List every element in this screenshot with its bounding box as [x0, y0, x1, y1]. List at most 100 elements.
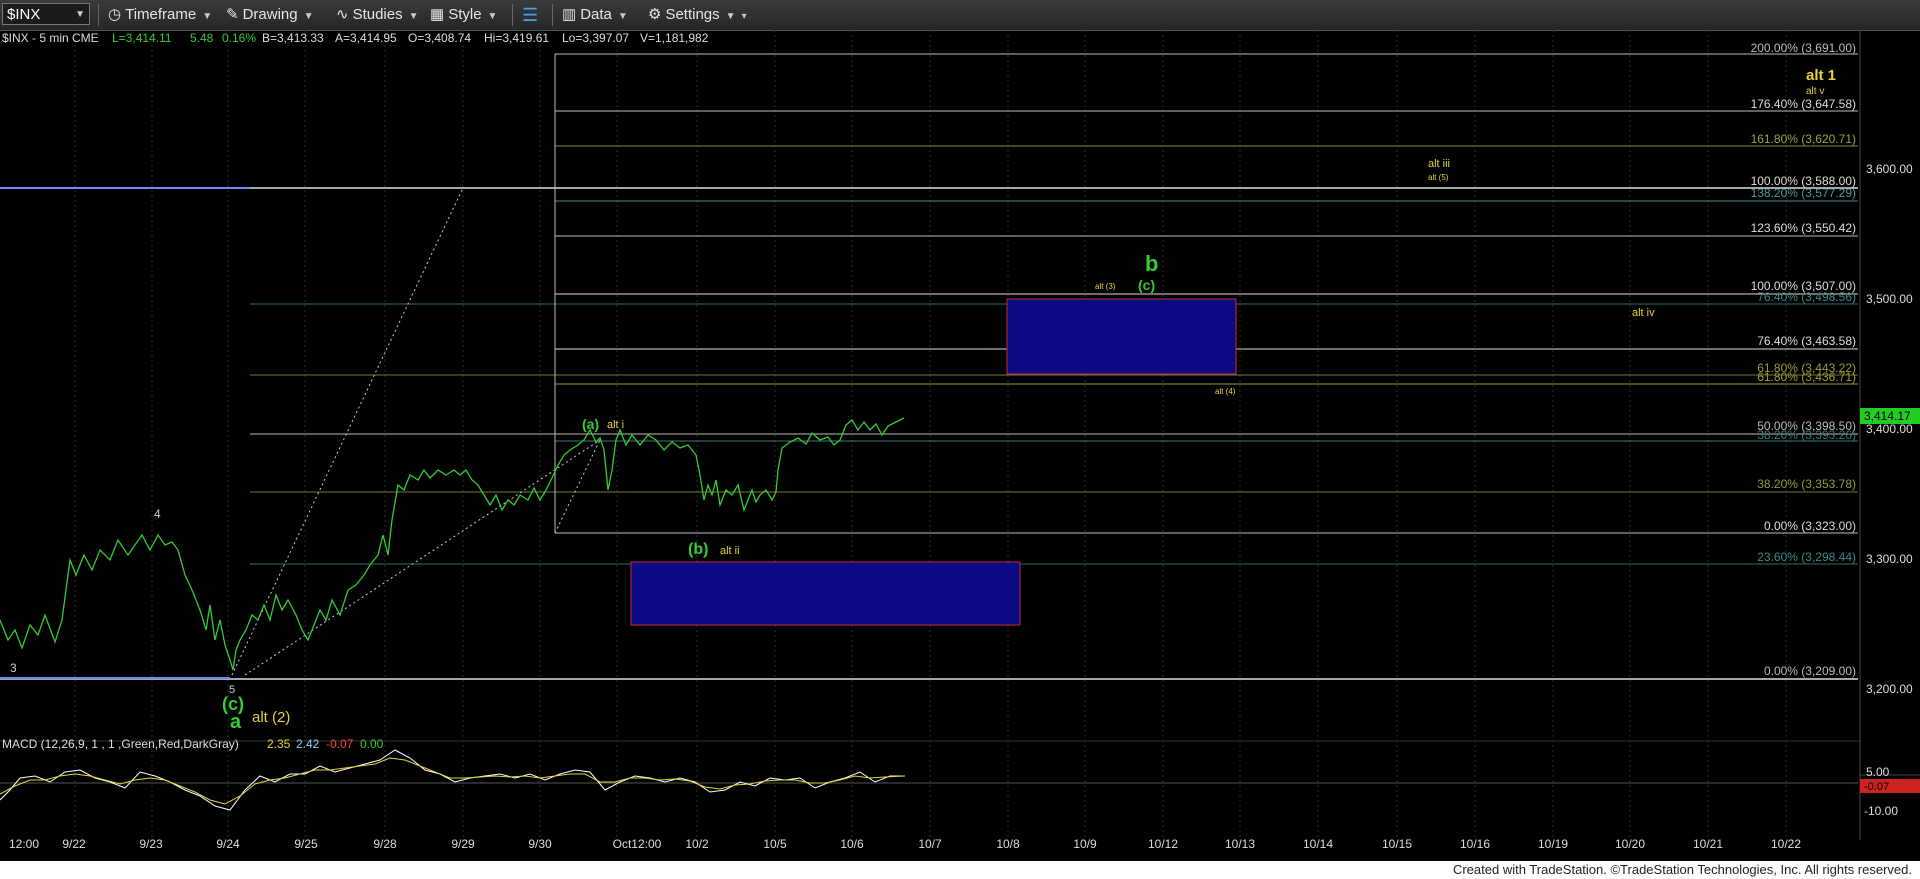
footer-credit: Created with TradeStation. ©TradeStation… — [1448, 862, 1916, 878]
fib-label: 38.20% (3,353.78) — [1757, 477, 1856, 491]
data-icon: ▥ — [562, 6, 577, 24]
pencil-icon: ✎ — [226, 6, 239, 24]
settings-label: Settings — [665, 6, 720, 23]
fib-label: 23.60% (3,298.44) — [1757, 550, 1856, 564]
fib-label: 138.20% (3,577.29) — [1751, 186, 1856, 200]
studies-button[interactable]: ∿ Studies ▼ — [336, 5, 419, 25]
studies-icon: ∿ — [336, 6, 349, 24]
date-tick: 9/22 — [62, 837, 86, 851]
date-tick: 10/5 — [763, 837, 787, 851]
wave-label: (a) — [582, 416, 599, 432]
fib-label: 176.40% (3,647.58) — [1751, 97, 1856, 111]
header-last: L=3,414.11 — [112, 31, 172, 45]
price-line[interactable] — [0, 417, 905, 671]
timeframe-label: Timeframe — [125, 6, 197, 23]
macd-value-label: -0.07 — [1864, 781, 1889, 793]
header-title: $INX - 5 min CME — [2, 31, 99, 45]
header-ask: A=3,414.95 — [335, 31, 397, 45]
fib-label: 76.40% (3,463.58) — [1757, 334, 1856, 348]
price-tick: 3,600.00 — [1866, 162, 1913, 176]
fib-label: 38.20% (3,393.26) — [1757, 428, 1856, 442]
date-tick: 10/6 — [840, 837, 864, 851]
header-percent: 0.16% — [222, 31, 256, 45]
date-tick: 9/29 — [451, 837, 475, 851]
date-tick: 10/13 — [1225, 837, 1255, 851]
chevron-down-icon[interactable]: ▼ — [75, 4, 85, 26]
macd-value: 0.00 — [360, 737, 384, 751]
price-tick: 3,400.00 — [1866, 422, 1913, 436]
wave-label: alt iii — [1428, 158, 1450, 170]
header-high: Hi=3,419.61 — [484, 31, 549, 45]
price-tick: 3,500.00 — [1866, 292, 1913, 306]
timeframe-button[interactable]: ◷ Timeframe ▼ — [108, 5, 212, 25]
header-volume: V=1,181,982 — [640, 31, 709, 45]
price-axis: 3,600.00 3,500.00 3,400.00 3,300.00 3,20… — [1866, 162, 1913, 696]
symbol-input[interactable]: $INX ▼ — [2, 3, 90, 25]
date-tick: 12:00 — [9, 837, 39, 851]
target-box-lower[interactable] — [630, 561, 1021, 626]
wave-label: alt 1 — [1806, 67, 1836, 84]
date-tick: 10/20 — [1615, 837, 1645, 851]
last-price-label: 3,414.17 — [1864, 409, 1911, 423]
price-tick: 3,200.00 — [1866, 682, 1913, 696]
chevron-down-icon: ▼ — [303, 11, 314, 22]
price-chart[interactable]: 3,600.00 3,500.00 3,400.00 3,300.00 3,20… — [0, 30, 1920, 861]
wave-label: alt v — [1806, 86, 1824, 97]
settings-button[interactable]: ⚙ Settings ▼ ▾ — [648, 5, 747, 25]
fib-label: 0.00% (3,209.00) — [1764, 664, 1856, 678]
fib-label: 123.60% (3,550.42) — [1751, 221, 1856, 235]
date-tick: 10/15 — [1382, 837, 1412, 851]
toolbar-divider — [98, 4, 99, 26]
fib-label: 61.80% (3,436.71) — [1757, 370, 1856, 384]
fib-label: 200.00% (3,691.00) — [1751, 41, 1856, 55]
data-label: Data — [580, 6, 612, 23]
date-tick: 10/22 — [1771, 837, 1801, 851]
chevron-down-icon: ▼ — [617, 11, 628, 22]
date-tick: 10/7 — [918, 837, 942, 851]
date-tick: 10/16 — [1460, 837, 1490, 851]
chevron-down-icon: ▼ — [487, 11, 498, 22]
wave-label: 3 — [10, 661, 17, 675]
wave-label: alt (4) — [1215, 387, 1236, 396]
symbol-value: $INX — [7, 6, 41, 23]
style-label: Style — [448, 6, 482, 23]
layout-icon[interactable]: ☰ — [522, 5, 538, 25]
wave-label: (b) — [688, 541, 708, 558]
date-tick: 9/28 — [373, 837, 397, 851]
date-tick: 10/9 — [1073, 837, 1097, 851]
drawing-button[interactable]: ✎ Drawing ▼ — [226, 5, 314, 25]
macd-axis-tick: -10.00 — [1864, 804, 1898, 818]
chevron-down-icon: ▼ — [202, 11, 213, 22]
clock-icon: ◷ — [108, 6, 122, 24]
wave-label: alt (3) — [1095, 282, 1116, 291]
date-tick: 10/12 — [1148, 837, 1178, 851]
symbol-header: $INX - 5 min CME L=3,414.11 5.48 0.16% B… — [2, 31, 709, 45]
drawing-label: Drawing — [242, 6, 298, 23]
wave-label: alt i — [607, 419, 624, 431]
date-tick: 10/21 — [1693, 837, 1723, 851]
wave-label: alt iv — [1632, 307, 1655, 319]
chevron-down-icon: ▼ — [408, 11, 419, 22]
wave-label: alt (2) — [252, 709, 290, 726]
fib-label: 76.40% (3,498.56) — [1757, 290, 1856, 304]
macd-axis-tick: 5.00 — [1866, 765, 1890, 779]
style-button[interactable]: ▦ Style ▼ — [430, 5, 497, 25]
date-tick: 9/25 — [294, 837, 318, 851]
gear-icon: ⚙ — [648, 6, 662, 24]
date-tick: Oct12:00 — [613, 837, 662, 851]
fib-label: 161.80% (3,620.71) — [1751, 132, 1856, 146]
wave-label: (c) — [1138, 277, 1155, 293]
studies-label: Studies — [352, 6, 403, 23]
data-button[interactable]: ▥ Data ▼ — [562, 5, 628, 25]
chevron-down-icon: ▼ — [725, 11, 736, 22]
header-low: Lo=3,397.07 — [562, 31, 629, 45]
wave-label: alt ii — [720, 545, 740, 557]
header-bid: B=3,413.33 — [262, 31, 324, 45]
wave-label: a — [230, 711, 242, 733]
wave-label: alt (5) — [1428, 173, 1449, 182]
macd-panel[interactable]: MACD (12,26,9, 1 , 1 ,Green,Red,DarkGray… — [0, 737, 1920, 818]
wave-label: b — [1145, 251, 1158, 276]
macd-value: 2.42 — [296, 737, 320, 751]
date-tick: 9/30 — [528, 837, 552, 851]
date-tick: 9/23 — [139, 837, 163, 851]
